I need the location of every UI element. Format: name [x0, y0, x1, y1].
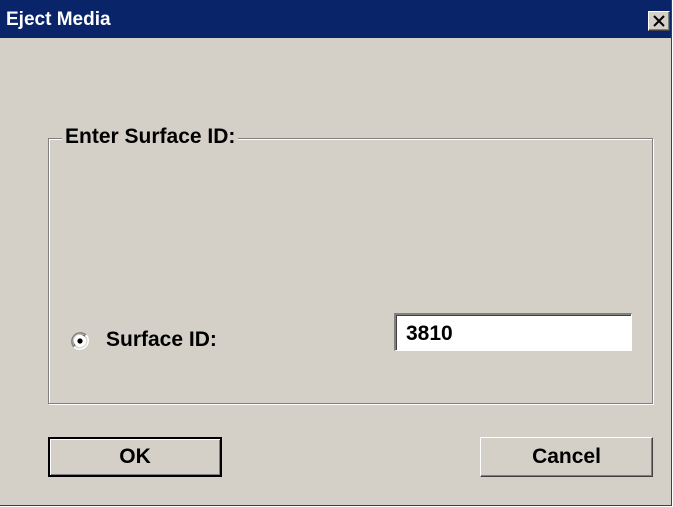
eject-media-dialog: Eject Media Enter Surface ID: Surface ID…: [0, 0, 672, 506]
surface-id-radio[interactable]: [71, 332, 89, 350]
surface-id-input[interactable]: [394, 313, 632, 351]
groupbox-label: Enter Surface ID:: [62, 124, 239, 150]
ok-button[interactable]: OK: [48, 437, 222, 477]
close-button[interactable]: [648, 11, 670, 31]
surface-id-groupbox: [48, 138, 653, 404]
cancel-button[interactable]: Cancel: [480, 437, 653, 477]
radio-selected-icon: [71, 332, 89, 350]
close-icon: [653, 15, 665, 27]
window-title: Eject Media: [6, 9, 111, 30]
surface-id-radio-label[interactable]: Surface ID:: [106, 327, 217, 353]
title-bar[interactable]: Eject Media: [0, 0, 671, 38]
